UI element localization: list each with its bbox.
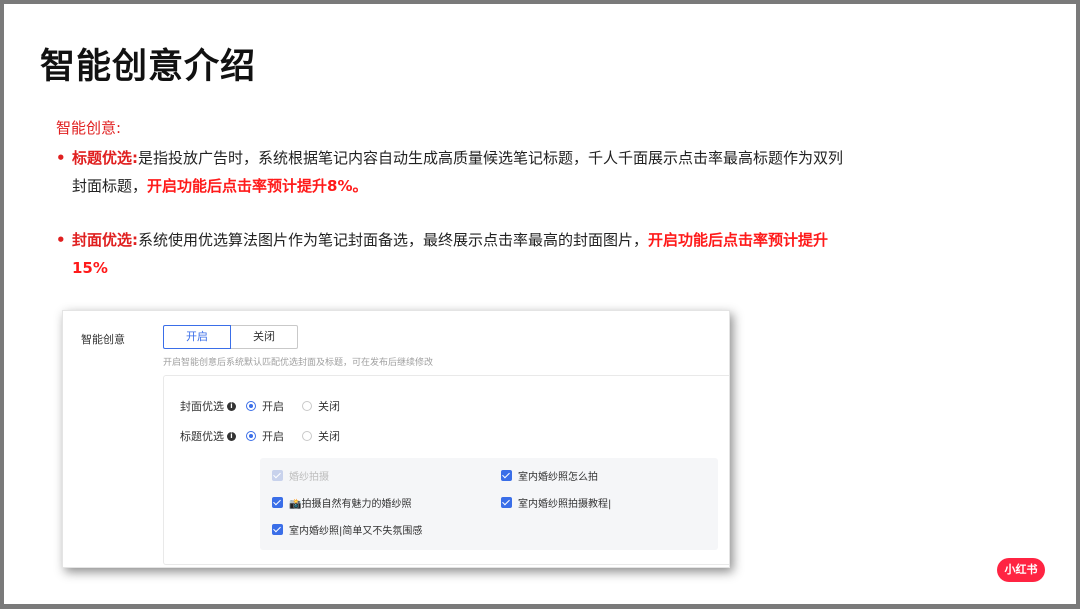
- title-candidates-box: 婚纱拍摄 室内婚纱照怎么拍 📸拍摄自然有魅力的婚纱照 室内婚纱照拍摄教程| 室内…: [260, 458, 718, 550]
- radio-label: 关闭: [318, 430, 340, 443]
- cover-option-row: 封面优选 i 开启 关闭: [180, 398, 358, 414]
- title-candidate-checkbox[interactable]: 室内婚纱照拍摄教程|: [501, 495, 611, 510]
- checkbox-checked-icon: [272, 524, 283, 535]
- checkbox-checked-icon: [272, 470, 283, 481]
- title-candidate-checkbox[interactable]: 室内婚纱照|简单又不失氛围感: [272, 522, 422, 537]
- smart-creative-toggle: 开启 关闭: [163, 325, 298, 349]
- bullet-lead: 封面优选:: [72, 231, 138, 249]
- slide: 智能创意介绍 智能创意: • 标题优选:是指投放广告时，系统根据笔记内容自动生成…: [4, 4, 1076, 604]
- radio-label: 开启: [262, 400, 284, 413]
- candidate-text: 室内婚纱照|简单又不失氛围感: [289, 526, 423, 537]
- intro-label: 智能创意:: [56, 119, 122, 137]
- radio-selected-icon: [246, 401, 256, 411]
- checkbox-checked-icon: [272, 497, 283, 508]
- info-icon[interactable]: i: [227, 431, 236, 441]
- radio-empty-icon: [302, 431, 312, 441]
- radio-label: 关闭: [318, 400, 340, 413]
- candidate-text: 室内婚纱照拍摄教程|: [518, 499, 612, 510]
- cover-option-label: 封面优选 i: [180, 398, 246, 414]
- toggle-on-button[interactable]: 开启: [163, 325, 231, 349]
- radio-empty-icon: [302, 401, 312, 411]
- title-candidate-checkbox[interactable]: 婚纱拍摄: [272, 468, 329, 483]
- candidate-text: 室内婚纱照怎么拍: [518, 472, 598, 483]
- title-on-radio[interactable]: 开启: [246, 428, 284, 444]
- cover-option-text: 封面优选: [180, 400, 224, 413]
- candidate-text: 📸拍摄自然有魅力的婚纱照: [289, 499, 412, 510]
- title-option-label: 标题优选 i: [180, 428, 246, 444]
- bullet-dot: •: [56, 231, 66, 249]
- page-title: 智能创意介绍: [40, 47, 257, 87]
- title-candidate-checkbox[interactable]: 室内婚纱照怎么拍: [501, 468, 598, 483]
- bullet-lead: 标题优选:: [72, 149, 138, 167]
- title-candidate-checkbox[interactable]: 📸拍摄自然有魅力的婚纱照: [272, 495, 411, 510]
- bullet-dot: •: [56, 149, 66, 167]
- title-option-row: 标题优选 i 开启 关闭: [180, 428, 358, 444]
- xiaohongshu-logo: 小红书: [997, 558, 1045, 582]
- toggle-off-button[interactable]: 关闭: [231, 325, 298, 349]
- candidate-text: 婚纱拍摄: [289, 472, 329, 483]
- checkbox-checked-icon: [501, 470, 512, 481]
- checkbox-checked-icon: [501, 497, 512, 508]
- options-panel: 封面优选 i 开启 关闭 标题优选 i 开启 关闭 婚纱拍摄 室内婚纱照怎么拍 …: [163, 375, 729, 565]
- cover-on-radio[interactable]: 开启: [246, 398, 284, 414]
- cover-off-radio[interactable]: 关闭: [302, 398, 340, 414]
- title-off-radio[interactable]: 关闭: [302, 428, 340, 444]
- bullet-text: 系统使用优选算法图片作为笔记封面备选，最终展示点击率最高的封面图片，: [138, 231, 649, 249]
- smart-creative-label: 智能创意: [81, 333, 125, 346]
- radio-selected-icon: [246, 431, 256, 441]
- toggle-hint: 开启智能创意后系统默认匹配优选封面及标题，可在发布后继续修改: [163, 358, 434, 368]
- title-option-text: 标题优选: [180, 430, 224, 443]
- bullet-title-optimization: • 标题优选:是指投放广告时，系统根据笔记内容自动生成高质量候选笔记标题，千人千…: [56, 144, 846, 200]
- info-icon[interactable]: i: [227, 401, 236, 411]
- radio-label: 开启: [262, 430, 284, 443]
- bullet-cover-optimization: • 封面优选:系统使用优选算法图片作为笔记封面备选，最终展示点击率最高的封面图片…: [56, 226, 846, 282]
- bullet-highlight: 开启功能后点击率预计提升8%。: [147, 177, 368, 195]
- embedded-settings-screenshot: 智能创意 开启 关闭 开启智能创意后系统默认匹配优选封面及标题，可在发布后继续修…: [62, 310, 730, 568]
